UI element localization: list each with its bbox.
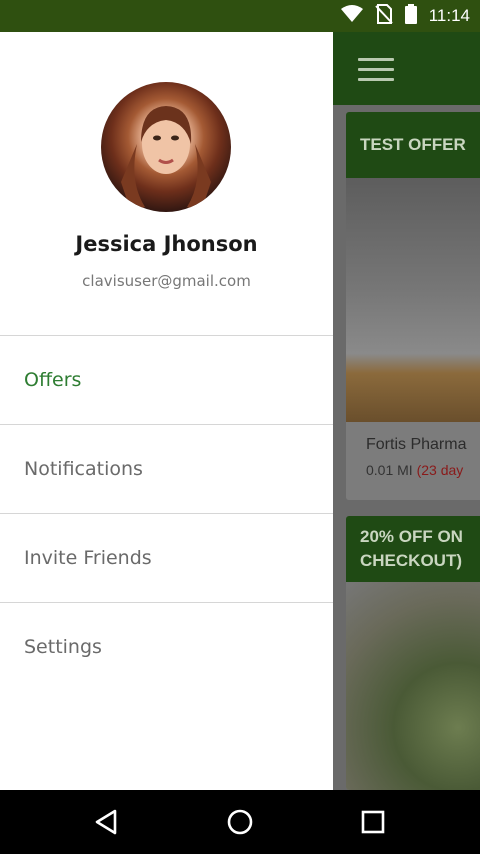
drawer-item-label: Invite Friends [24,547,152,569]
user-email: clavisuser@gmail.com [82,272,251,290]
navigation-drawer: Jessica Jhonson clavisuser@gmail.com Off… [0,32,333,790]
back-icon[interactable] [88,806,124,838]
offer-card-image [346,178,480,422]
status-bar: 11:14 [0,0,480,32]
offer-card-image [346,582,480,790]
offer-card-title-line2: CHECKOUT) [360,551,462,570]
no-sim-icon [374,3,393,29]
offer-card-title: 20% OFF ON CHECKOUT) [346,516,480,582]
offer-card-title: TEST OFFER [346,112,480,178]
home-icon[interactable] [222,806,258,838]
avatar[interactable] [101,82,231,212]
drawer-item-label: Settings [24,636,102,658]
user-name: Jessica Jhonson [75,232,258,256]
drawer-item-settings[interactable]: Settings [0,603,333,691]
drawer-item-label: Offers [24,369,82,391]
menu-icon[interactable] [358,58,394,82]
status-time: 11:14 [428,6,470,25]
drawer-item-invite-friends[interactable]: Invite Friends [0,514,333,602]
offer-card-title-line1: 20% OFF ON [360,527,463,546]
drawer-item-offers[interactable]: Offers [0,336,333,424]
drawer-item-notifications[interactable]: Notifications [0,425,333,513]
drawer-item-label: Notifications [24,458,143,480]
wifi-icon [340,4,363,28]
offer-card-info: Fortis Pharma 0.01 MI (23 day [346,422,480,500]
offer-distance: 0.01 MI [366,462,413,478]
battery-icon [404,3,417,29]
offer-card[interactable]: TEST OFFER Fortis Pharma 0.01 MI (23 day [346,112,480,500]
offer-distance-line: 0.01 MI (23 day [366,462,480,478]
recents-icon[interactable] [355,806,391,838]
offer-store-name: Fortis Pharma [366,436,467,453]
navigation-bar [0,790,480,854]
offer-days-left: (23 day [416,462,464,478]
offer-card[interactable]: 20% OFF ON CHECKOUT) [346,516,480,790]
